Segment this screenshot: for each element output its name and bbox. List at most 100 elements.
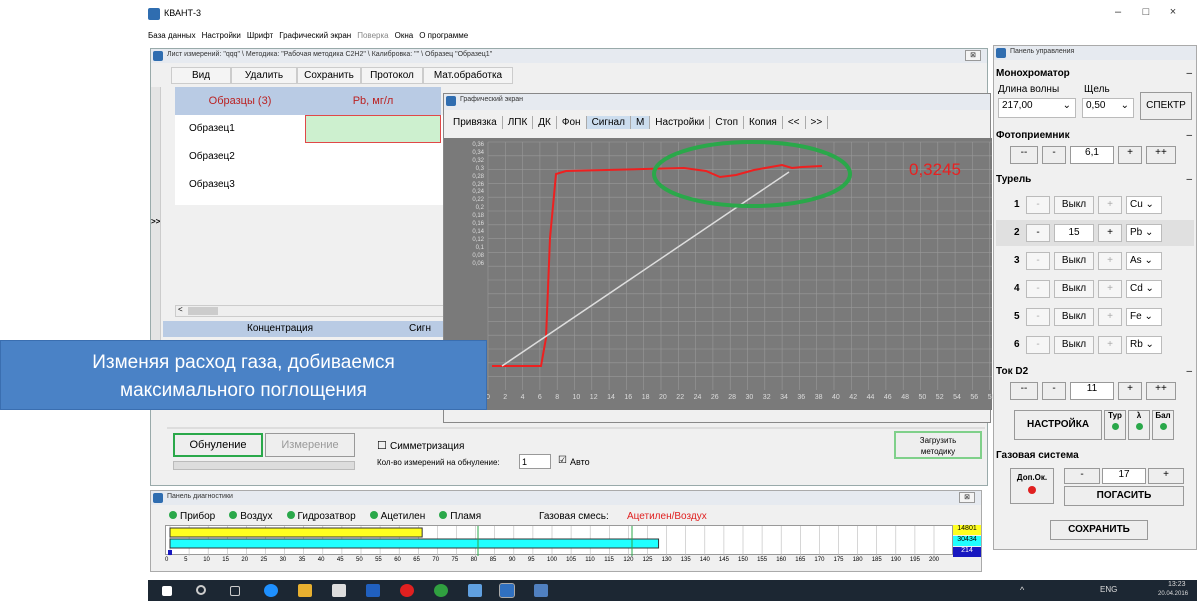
turret-dec-button[interactable]: -	[1026, 224, 1050, 242]
turret-value[interactable]: Выкл	[1054, 196, 1094, 214]
tray-expand-icon[interactable]: ^	[1020, 585, 1024, 595]
menu-database[interactable]: База данных	[148, 31, 196, 40]
close-button[interactable]: ×	[1160, 6, 1186, 18]
scroll-thumb[interactable]	[188, 307, 218, 315]
maximize-button[interactable]: □	[1133, 6, 1159, 18]
explorer-icon[interactable]	[298, 584, 312, 597]
scroll-left-icon[interactable]: <	[178, 305, 183, 314]
minimize-icon[interactable]: –	[1186, 366, 1192, 377]
turret-dec-button[interactable]: -	[1026, 308, 1050, 326]
inc-big-button[interactable]: ++	[1146, 146, 1176, 164]
turret-value[interactable]: Выкл	[1054, 280, 1094, 298]
btn-lpk[interactable]: ЛПК	[503, 116, 534, 129]
bal-indicator[interactable]: Бал	[1152, 410, 1174, 440]
lambda-indicator[interactable]: λ	[1128, 410, 1150, 440]
clock-date[interactable]: 20.04.2016	[1158, 591, 1188, 597]
turret-dec-button[interactable]: -	[1026, 280, 1050, 298]
btn-dk[interactable]: ДК	[533, 116, 557, 129]
language-indicator[interactable]: ENG	[1100, 585, 1117, 594]
task-view-icon[interactable]	[230, 586, 240, 596]
table-row[interactable]: Образец2	[189, 151, 235, 162]
plot-area[interactable]: 0,36 0,34 0,32 0,3 0,28 0,26 0,24 0,22 0,2 0,18 0,…	[444, 138, 995, 410]
inc-button[interactable]: +	[1118, 146, 1142, 164]
gas-dec-button[interactable]: -	[1064, 468, 1100, 484]
wavelength-select[interactable]: 217,00 ⌄	[998, 98, 1076, 118]
start-icon[interactable]	[162, 586, 172, 596]
expander-strip[interactable]: >>	[151, 87, 161, 357]
save-button[interactable]: Сохранить	[297, 67, 361, 84]
edge-icon[interactable]	[264, 584, 278, 597]
d2-value[interactable]: 11	[1070, 382, 1114, 400]
spectrum-button[interactable]: СПЕКТР	[1140, 92, 1192, 120]
turret-value[interactable]: Выкл	[1054, 252, 1094, 270]
d2-inc-big-button[interactable]: ++	[1146, 382, 1176, 400]
element-select[interactable]: Rb ⌄	[1126, 336, 1162, 354]
measure-button[interactable]: Измерение	[265, 433, 355, 457]
turret-row[interactable]: 6- Выкл + Rb ⌄	[996, 332, 1194, 358]
minimize-icon[interactable]: –	[1186, 174, 1192, 185]
minimize-button[interactable]: –	[1105, 6, 1131, 18]
turret-inc-button[interactable]: +	[1098, 196, 1122, 214]
btn-settings[interactable]: Настройки	[650, 116, 711, 129]
turret-inc-button[interactable]: +	[1098, 308, 1122, 326]
expander-icon[interactable]: >>	[151, 217, 160, 226]
turret-inc-button[interactable]: +	[1098, 224, 1122, 242]
save-settings-button[interactable]: СОХРАНИТЬ	[1050, 520, 1148, 540]
app-icon-taskbar[interactable]	[366, 584, 380, 597]
turret-dec-button[interactable]: -	[1026, 252, 1050, 270]
turret-inc-button[interactable]: +	[1098, 252, 1122, 270]
menu-font[interactable]: Шрифт	[247, 31, 273, 40]
d2-dec-button[interactable]: -	[1042, 382, 1066, 400]
load-method-button[interactable]: Загрузить методику	[894, 431, 982, 459]
turret-value[interactable]: Выкл	[1054, 308, 1094, 326]
table-row[interactable]: Образец1	[189, 123, 235, 134]
clock-time[interactable]: 13:23	[1168, 581, 1186, 588]
turret-dec-button[interactable]: -	[1026, 336, 1050, 354]
element-select[interactable]: Cu ⌄	[1126, 196, 1162, 214]
view-button[interactable]: Вид	[171, 67, 231, 84]
setup-button[interactable]: НАСТРОЙКА	[1014, 410, 1102, 440]
menu-windows[interactable]: Окна	[395, 31, 414, 40]
btn-copy[interactable]: Копия	[744, 116, 783, 129]
element-select[interactable]: Pb ⌄	[1126, 224, 1162, 242]
menu-settings[interactable]: Настройки	[202, 31, 241, 40]
btn-next[interactable]: >>	[806, 116, 829, 129]
turret-dec-button[interactable]: -	[1026, 196, 1050, 214]
turret-row[interactable]: 2-15 + Pb ⌄	[996, 220, 1194, 246]
math-button[interactable]: Мат.обработка	[423, 67, 513, 84]
app-icon-taskbar[interactable]	[534, 584, 548, 597]
gas-value[interactable]: 17	[1102, 468, 1146, 484]
horizontal-scrollbar[interactable]: <	[175, 305, 445, 317]
turret-value[interactable]: 15	[1054, 224, 1094, 242]
minimize-icon[interactable]: –	[1186, 68, 1192, 79]
turret-row[interactable]: 1- Выкл + Cu ⌄	[996, 192, 1194, 218]
btn-signal[interactable]: Сигнал	[586, 116, 631, 129]
btn-prev[interactable]: <<	[783, 116, 806, 129]
col-samples-header[interactable]: Образцы (3)	[175, 87, 305, 115]
element-select[interactable]: As ⌄	[1126, 252, 1162, 270]
turret-row[interactable]: 4- Выкл + Cd ⌄	[996, 276, 1194, 302]
search-icon[interactable]	[196, 585, 206, 595]
dec-button[interactable]: -	[1042, 146, 1066, 164]
selected-cell[interactable]	[305, 115, 441, 143]
table-row[interactable]: Образец3	[189, 179, 235, 190]
photo-value[interactable]: 6,1	[1070, 146, 1114, 164]
btn-stop[interactable]: Стоп	[710, 116, 745, 129]
opera-icon[interactable]	[400, 584, 414, 597]
turret-value[interactable]: Выкл	[1054, 336, 1094, 354]
element-select[interactable]: Fe ⌄	[1126, 308, 1162, 326]
dec-big-button[interactable]: --	[1010, 146, 1038, 164]
dop-ok-button[interactable]: Доп.Ок.	[1010, 468, 1054, 504]
count-input[interactable]: 1	[519, 454, 551, 469]
protocol-button[interactable]: Протокол	[361, 67, 423, 84]
slit-select[interactable]: 0,50 ⌄	[1082, 98, 1134, 118]
kvant-taskbar-icon[interactable]	[499, 583, 515, 598]
btn-m[interactable]: М	[630, 116, 651, 129]
d2-dec-big-button[interactable]: --	[1010, 382, 1038, 400]
btn-background[interactable]: Фон	[557, 116, 587, 129]
close-window-button[interactable]: ⊠	[959, 492, 975, 503]
gas-inc-button[interactable]: +	[1148, 468, 1184, 484]
turret-inc-button[interactable]: +	[1098, 336, 1122, 354]
app-icon-taskbar[interactable]	[468, 584, 482, 597]
element-select[interactable]: Cd ⌄	[1126, 280, 1162, 298]
